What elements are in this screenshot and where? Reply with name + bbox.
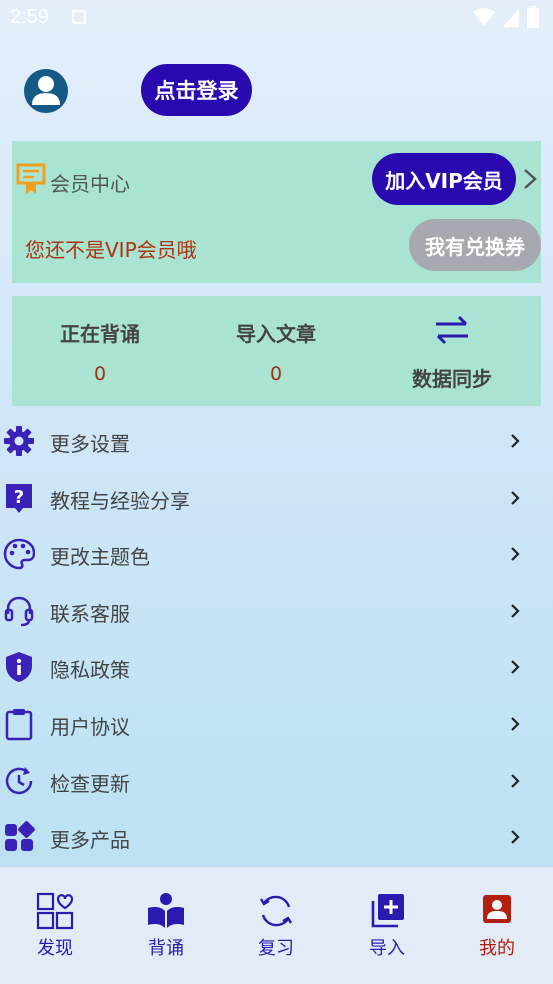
tab-import[interactable]: 导入 xyxy=(342,891,432,960)
chevron-right-icon xyxy=(511,717,520,731)
menu-item-user-agreement[interactable]: 用户协议 xyxy=(0,696,553,753)
stat-reciting-value: 0 xyxy=(93,363,107,385)
tab-label: 导入 xyxy=(369,938,405,959)
tab-label: 复习 xyxy=(258,938,294,959)
import-icon xyxy=(371,894,404,928)
chevron-right-icon xyxy=(511,660,520,675)
redeem-coupon-button[interactable]: 我有兑换券 xyxy=(409,219,541,271)
vip-badge-icon xyxy=(16,163,46,194)
sync-icon[interactable] xyxy=(432,310,472,350)
login-button[interactable]: 点击登录 xyxy=(141,64,252,116)
menu-item-privacy-policy[interactable]: 隐私政策 xyxy=(0,639,553,696)
user-icon xyxy=(32,76,60,105)
tab-review[interactable]: 复习 xyxy=(231,891,321,960)
clipboard-icon xyxy=(5,708,33,741)
apps-icon xyxy=(5,821,35,852)
menu-item-label: 更多设置 xyxy=(50,432,130,456)
chevron-right-icon[interactable] xyxy=(520,167,540,191)
menu-item-more-settings[interactable]: 更多设置 xyxy=(0,413,553,470)
menu-item-label: 检查更新 xyxy=(50,771,130,796)
stats-card: 正在背诵 0 导入文章 0 数据同步 xyxy=(12,296,541,406)
svg-text:?: ? xyxy=(14,487,24,508)
menu-item-label: 用户协议 xyxy=(50,714,130,739)
chevron-right-icon xyxy=(511,434,520,448)
tab-label: 我的 xyxy=(479,938,515,959)
tab-label: 背诵 xyxy=(148,938,184,959)
menu-item-label: 更改主题色 xyxy=(50,545,150,570)
status-time: 2:59 xyxy=(10,6,49,28)
menu-item-theme-color[interactable]: 更改主题色 xyxy=(0,526,553,583)
vip-status-text: 您还不是VIP会员哦 xyxy=(25,238,197,262)
stat-reciting[interactable]: 正在背诵 0 xyxy=(30,318,170,385)
menu-item-check-update[interactable]: 检查更新 xyxy=(0,753,553,810)
chevron-right-icon xyxy=(511,830,520,844)
profile-icon xyxy=(483,895,511,923)
tab-discover[interactable]: 发现 xyxy=(10,891,100,960)
update-icon xyxy=(5,766,33,794)
chevron-right-icon xyxy=(511,547,520,561)
menu-item-label: 隐私政策 xyxy=(50,658,130,683)
bottom-navigation: 发现 背诵 复习 导入 我的 xyxy=(0,866,553,984)
discover-icon xyxy=(36,892,74,930)
tab-label: 发现 xyxy=(37,938,73,959)
menu-item-label: 更多产品 xyxy=(50,828,130,853)
notification-icon xyxy=(72,10,86,24)
menu-item-label: 联系客服 xyxy=(50,601,130,626)
book-icon xyxy=(148,893,184,928)
gear-icon xyxy=(4,426,34,456)
shield-info-icon xyxy=(6,652,32,683)
stat-imported[interactable]: 导入文章 0 xyxy=(206,318,346,385)
sync-label[interactable]: 数据同步 xyxy=(402,363,502,392)
status-indicators xyxy=(473,6,539,28)
chevron-right-icon xyxy=(511,490,520,505)
avatar[interactable] xyxy=(24,69,68,113)
menu-item-more-products[interactable]: 更多产品 xyxy=(0,809,553,866)
headset-icon xyxy=(4,596,34,627)
stat-imported-value: 0 xyxy=(269,363,283,385)
tab-mine[interactable]: 我的 xyxy=(452,891,542,960)
signal-icon xyxy=(503,9,519,27)
battery-icon xyxy=(527,6,539,28)
menu-item-label: 教程与经验分享 xyxy=(50,488,190,513)
vip-center-title: 会员中心 xyxy=(50,172,130,196)
vip-card: 会员中心 加入VIP会员 您还不是VIP会员哦 我有兑换券 xyxy=(12,141,541,283)
help-icon: ? xyxy=(6,483,32,513)
menu-item-customer-service[interactable]: 联系客服 xyxy=(0,583,553,640)
chevron-right-icon xyxy=(511,604,520,618)
tab-recite[interactable]: 背诵 xyxy=(121,891,211,960)
stat-imported-label: 导入文章 xyxy=(236,322,316,346)
review-icon xyxy=(259,895,293,927)
settings-menu: 更多设置 ? 教程与经验分享 更改主题色 联系客服 隐私政策 用户协议 检查更新… xyxy=(0,413,553,866)
menu-item-tutorials[interactable]: ? 教程与经验分享 xyxy=(0,470,553,527)
stat-reciting-label: 正在背诵 xyxy=(60,322,140,346)
status-bar: 2:59 xyxy=(0,0,553,36)
wifi-icon xyxy=(473,8,495,26)
palette-icon xyxy=(3,538,35,570)
join-vip-button[interactable]: 加入VIP会员 xyxy=(372,153,516,205)
chevron-right-icon xyxy=(511,773,520,788)
